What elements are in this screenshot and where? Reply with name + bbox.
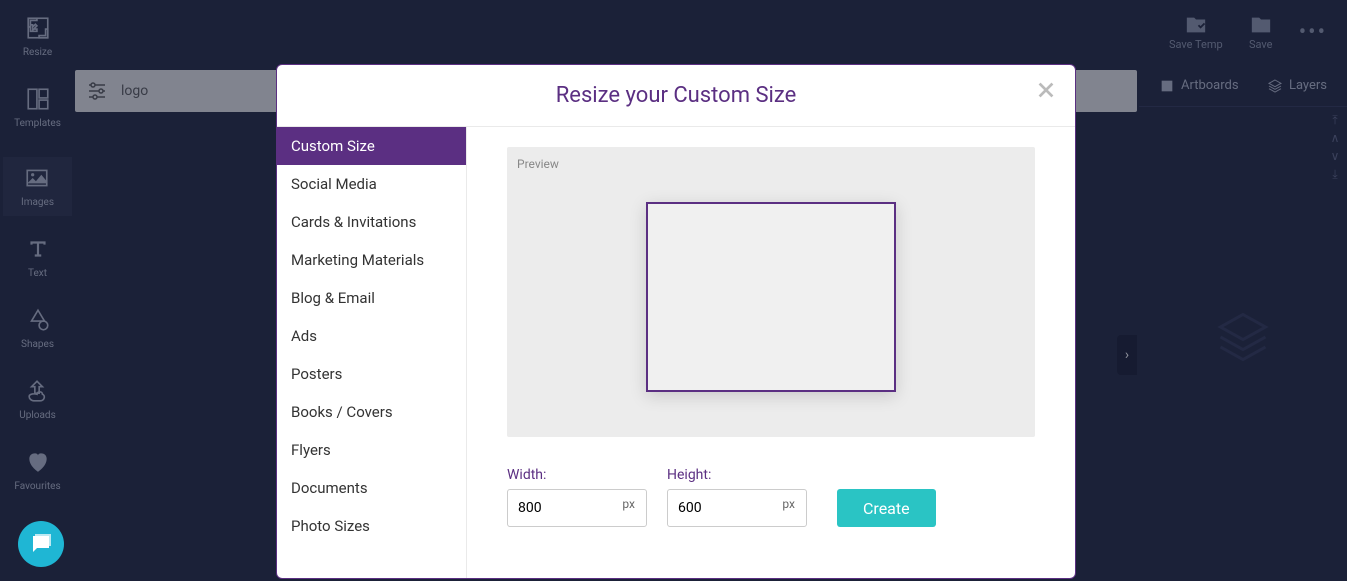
chat-icon xyxy=(29,532,53,556)
height-label: Height: xyxy=(667,467,807,483)
close-icon xyxy=(1035,79,1057,101)
category-item[interactable]: Custom Size xyxy=(277,127,466,165)
category-item[interactable]: Documents xyxy=(277,469,466,507)
category-item[interactable]: Blog & Email xyxy=(277,279,466,317)
category-item[interactable]: Cards & Invitations xyxy=(277,203,466,241)
create-button[interactable]: Create xyxy=(837,489,936,527)
size-row: Width: px Height: px Create xyxy=(507,467,1035,527)
category-item[interactable]: Social Media xyxy=(277,165,466,203)
category-item[interactable]: Marketing Materials xyxy=(277,241,466,279)
height-unit: px xyxy=(782,497,795,511)
modal-title: Resize your Custom Size xyxy=(556,83,797,108)
width-unit: px xyxy=(622,497,635,511)
category-item[interactable]: Flyers xyxy=(277,431,466,469)
modal-close-button[interactable] xyxy=(1035,79,1057,107)
width-label: Width: xyxy=(507,467,647,483)
resize-modal: Resize your Custom Size Custom SizeSocia… xyxy=(276,64,1076,579)
preview-box: Preview xyxy=(507,147,1035,437)
category-item[interactable]: Photo Sizes xyxy=(277,507,466,545)
modal-main-area: Preview Width: px Height: px xyxy=(467,127,1075,578)
preview-canvas xyxy=(646,202,896,392)
chat-button[interactable] xyxy=(18,521,64,567)
modal-body: Custom SizeSocial MediaCards & Invitatio… xyxy=(277,127,1075,578)
height-group: Height: px xyxy=(667,467,807,527)
modal-header: Resize your Custom Size xyxy=(277,65,1075,127)
width-group: Width: px xyxy=(507,467,647,527)
category-item[interactable]: Books / Covers xyxy=(277,393,466,431)
category-item[interactable]: Ads xyxy=(277,317,466,355)
category-list[interactable]: Custom SizeSocial MediaCards & Invitatio… xyxy=(277,127,467,578)
category-item[interactable]: Posters xyxy=(277,355,466,393)
preview-label: Preview xyxy=(517,157,559,171)
